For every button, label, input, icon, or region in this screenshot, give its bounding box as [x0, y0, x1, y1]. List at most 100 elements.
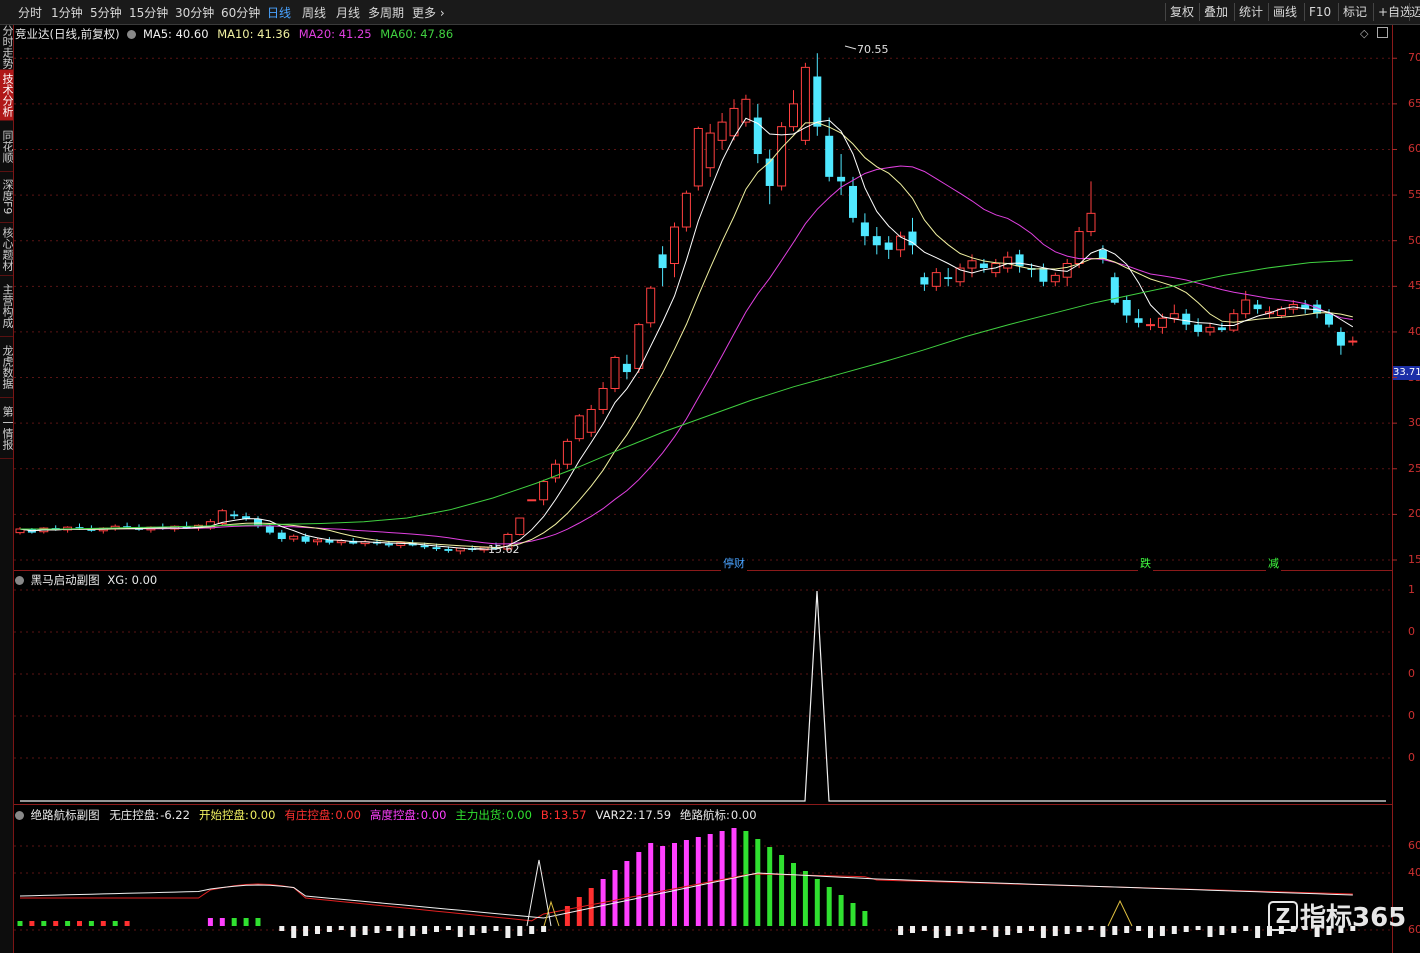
candle-body: [123, 526, 132, 528]
indicator-bar: [457, 926, 463, 937]
indicator-bar: [1243, 926, 1249, 931]
indicator-label: 无庄控盘:: [109, 808, 160, 822]
candle-body: [825, 135, 834, 177]
indicator-bar: [505, 926, 511, 938]
indicator-label: B:: [540, 808, 553, 822]
event-tag[interactable]: 停财: [721, 555, 747, 571]
candle-body: [1146, 324, 1155, 327]
indicator-bar: [1029, 926, 1034, 931]
brand-watermark: Z 指标365: [1268, 897, 1406, 934]
candle-body: [230, 514, 239, 517]
brand-logo-icon: Z: [1268, 900, 1298, 931]
indicator-bar: [255, 918, 261, 926]
indicator-bar: [303, 926, 309, 936]
y-tick-label: 1: [1408, 583, 1415, 596]
indicator-bar: [648, 843, 654, 926]
indicator-bar: [398, 926, 404, 938]
candle-body: [1122, 300, 1131, 316]
indicator-bar: [17, 921, 23, 926]
candle-body: [1134, 318, 1143, 323]
candle-body: [301, 536, 310, 542]
candle-body: [1157, 317, 1167, 328]
indicator-bar: [517, 926, 523, 936]
y-tick-label: 0: [1408, 667, 1415, 680]
candle-body: [265, 526, 274, 533]
candle-body: [681, 192, 691, 228]
xg-value: 0.00: [131, 573, 158, 587]
indicator-bar: [767, 847, 773, 926]
candle-body: [1217, 327, 1226, 331]
candle-body: [849, 185, 857, 218]
candle-body: [1050, 274, 1060, 283]
y-tick-label: 60: [1408, 839, 1420, 852]
indicator-bar: [588, 888, 594, 926]
sub2-legend: 绝路航标副图 无庄控盘:-6.22 开始控盘:0.00 有庄控盘:0.00 高度控盘:…: [15, 807, 766, 823]
y-tick-label: 0: [1408, 625, 1415, 638]
ma5-line: [19, 117, 1354, 550]
indicator-value: 13.57: [553, 808, 587, 822]
indicator-bar: [755, 839, 761, 926]
candle-body: [1325, 313, 1333, 325]
indicator-bar: [541, 926, 547, 932]
indicator-bar: [77, 921, 82, 926]
xg-signal-line: [20, 590, 1386, 802]
indicator-bar: [743, 831, 749, 926]
indicator-bar: [1195, 926, 1201, 930]
legend-toggle-icon[interactable]: [15, 576, 24, 585]
indicator-label: 有庄控盘:: [284, 808, 335, 822]
ma10-line: [19, 122, 1353, 549]
indicator-bar: [434, 926, 439, 932]
candle-body: [1098, 249, 1107, 259]
indicator-bar: [315, 926, 320, 934]
candle-body: [884, 242, 893, 250]
event-tag[interactable]: 减: [1266, 555, 1281, 571]
indicator-bar: [1148, 926, 1153, 938]
candle-body: [1194, 324, 1203, 332]
candle-body: [931, 272, 941, 287]
candle-body: [979, 263, 988, 269]
indicator-bar: [124, 921, 130, 926]
indicator-bar: [112, 921, 118, 926]
indicator-bar: [814, 879, 820, 926]
ma60-line: [20, 259, 1353, 530]
candle-body: [837, 176, 846, 182]
indicator-bar: [100, 921, 106, 926]
signal-triangle: [1107, 899, 1133, 927]
y-tick-label: 40: [1408, 866, 1420, 879]
high-pointer: [844, 45, 857, 50]
candle-body: [777, 126, 787, 187]
candle-body: [967, 260, 977, 269]
candle-body: [1003, 256, 1013, 269]
candle-body: [1086, 212, 1096, 233]
legend-toggle-icon[interactable]: [15, 811, 24, 820]
event-tag[interactable]: 跌: [1138, 555, 1153, 571]
indicator-label: 高度控盘:: [369, 808, 420, 822]
sub1-legend: 黑马启动副图 XG: 0.00: [15, 572, 157, 588]
indicator-bar: [41, 921, 47, 926]
candle-body: [920, 277, 929, 285]
indicator-bar: [945, 926, 951, 936]
indicator-bar: [826, 887, 832, 926]
candle-body: [813, 76, 822, 127]
candle-body: [944, 277, 953, 280]
candle-body: [717, 121, 727, 141]
indicator-label: 主力出货:: [455, 808, 506, 822]
indicator-bar: [695, 837, 701, 926]
candle-body: [860, 222, 869, 237]
candle-body: [765, 158, 774, 186]
candle-body: [586, 408, 596, 433]
indicator-bar: [969, 926, 975, 932]
indicator-bar: [374, 926, 380, 933]
indicator-bar: [1124, 926, 1130, 933]
sub2-values: 无庄控盘:-6.22 开始控盘:0.00 有庄控盘:0.00 高度控盘:0.00 主力出…: [109, 808, 765, 822]
indicator-bar: [1231, 926, 1237, 933]
indicator-bar: [65, 921, 71, 926]
candle-body: [1039, 268, 1048, 282]
candle-body: [610, 356, 620, 389]
low-price-label: 15.62: [488, 543, 520, 556]
indicator-bar: [802, 871, 808, 926]
sub1-title: 黑马启动副图: [30, 573, 100, 587]
indicator-bar: [1207, 926, 1213, 937]
candle-body: [622, 363, 631, 373]
indicator-bar: [1076, 926, 1082, 932]
